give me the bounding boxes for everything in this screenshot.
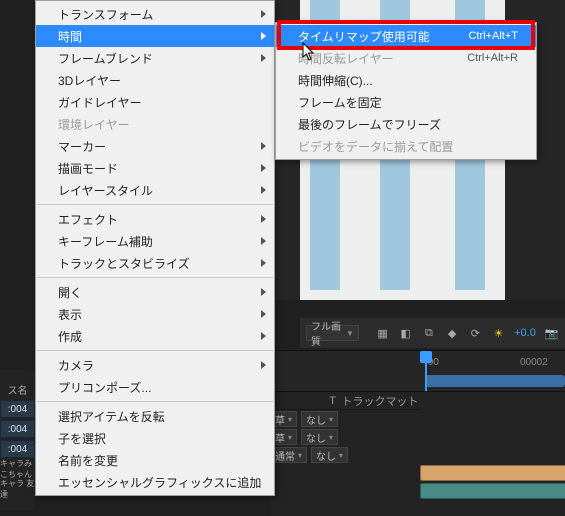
menu-item[interactable]: 描画モード — [36, 157, 274, 179]
submenu-item[interactable]: 最後のフレームでフリーズ — [276, 113, 536, 135]
submenu-item[interactable]: タイムリマップ使用可能Ctrl+Alt+T — [276, 25, 536, 47]
submenu-arrow-icon — [261, 288, 266, 296]
submenu-arrow-icon — [261, 259, 266, 267]
submenu-arrow-icon — [261, 32, 266, 40]
track-matte-select[interactable]: なし▾ — [311, 447, 348, 463]
quality-label: フル画質 — [311, 318, 343, 348]
layer-thumb[interactable]: :004 — [0, 420, 35, 438]
submenu-arrow-icon — [261, 310, 266, 318]
chevron-down-icon: ▾ — [288, 415, 292, 424]
snapshot-icon[interactable]: 📷 — [544, 324, 559, 342]
submenu-arrow-icon — [261, 215, 266, 223]
submenu-arrow-icon — [261, 54, 266, 62]
ruler-tick: 00002 — [520, 357, 548, 368]
menu-item[interactable]: 選択アイテムを反転 — [36, 405, 274, 427]
submenu-arrow-icon — [261, 361, 266, 369]
region-of-interest-icon[interactable]: ⧉ — [421, 324, 436, 342]
menu-item[interactable]: プリコンポーズ... — [36, 376, 274, 398]
exposure-icon[interactable]: ☀ — [491, 324, 506, 342]
chevron-down-icon: ▾ — [298, 451, 302, 460]
menu-item: 環境レイヤー — [36, 113, 274, 135]
channel-icon[interactable]: ◆ — [445, 324, 460, 342]
chevron-down-icon: ▾ — [288, 433, 292, 442]
layer-context-menu: トランスフォーム時間フレームブレンド3Dレイヤーガイドレイヤー環境レイヤーマーカ… — [35, 0, 275, 496]
layer-name[interactable]: キャラ 友達 — [0, 480, 35, 498]
chevron-down-icon: ▾ — [339, 451, 343, 460]
quality-select[interactable]: フル画質 ▼ — [306, 325, 359, 341]
submenu-item: 時間反転レイヤーCtrl+Alt+R — [276, 47, 536, 69]
viewer-toolbar: フル画質 ▼ ▦ ◧ ⧉ ◆ ⟳ ☀ +0.0 📷 — [300, 318, 565, 348]
submenu-arrow-icon — [261, 164, 266, 172]
menu-item[interactable]: 3Dレイヤー — [36, 69, 274, 91]
menu-item[interactable]: 子を選択 — [36, 427, 274, 449]
menu-item[interactable]: フレームブレンド — [36, 47, 274, 69]
exposure-value[interactable]: +0.0 — [514, 327, 536, 339]
menu-item[interactable]: カメラ — [36, 354, 274, 376]
submenu-arrow-icon — [261, 142, 266, 150]
submenu-arrow-icon — [261, 237, 266, 245]
submenu-item: ビデオをデータに揃えて配置 — [276, 135, 536, 157]
submenu-arrow-icon — [261, 10, 266, 18]
menu-item[interactable]: エフェクト — [36, 208, 274, 230]
layer-thumb[interactable]: :004 — [0, 400, 35, 418]
menu-item[interactable]: トラックとスタビライズ — [36, 252, 274, 274]
menu-item[interactable]: ガイドレイヤー — [36, 91, 274, 113]
menu-item[interactable]: レイヤースタイル — [36, 179, 274, 201]
menu-item[interactable]: 名前を変更 — [36, 449, 274, 471]
layer-thumb[interactable]: :004 — [0, 440, 35, 458]
menu-item[interactable]: 開く — [36, 281, 274, 303]
submenu-item[interactable]: フレームを固定 — [276, 91, 536, 113]
playhead[interactable] — [425, 351, 427, 391]
mask-visibility-icon[interactable]: ◧ — [398, 324, 413, 342]
chevron-down-icon: ▾ — [329, 433, 333, 442]
blend-mode-select[interactable]: 通常▾ — [270, 447, 307, 463]
timeline-clips — [420, 410, 555, 500]
source-name-header: ス名 — [0, 380, 35, 398]
track-matte-header: トラックマット — [340, 393, 420, 409]
time-ruler[interactable]: :00 00002 00004 0 — [270, 350, 565, 392]
t-column-label: T — [270, 395, 340, 407]
menu-item[interactable]: トランスフォーム — [36, 3, 274, 25]
chevron-down-icon: ▼ — [346, 329, 354, 338]
track-matte-select[interactable]: なし▾ — [301, 411, 338, 427]
work-area-bar[interactable] — [425, 375, 553, 387]
reset-exposure-icon[interactable]: ⟳ — [468, 324, 483, 342]
submenu-item[interactable]: 時間伸縮(C)... — [276, 69, 536, 91]
menu-item[interactable]: 表示 — [36, 303, 274, 325]
submenu-arrow-icon — [261, 186, 266, 194]
work-area-range[interactable] — [425, 375, 565, 387]
layer-bar[interactable] — [420, 465, 565, 481]
transparency-grid-icon[interactable]: ▦ — [375, 324, 390, 342]
track-columns: T トラックマット 草▾ なし▾ 草▾ なし▾ 通常▾ なし▾ — [270, 392, 420, 512]
menu-item[interactable]: 作成 — [36, 325, 274, 347]
menu-item[interactable]: エッセンシャルグラフィックスに追加 — [36, 471, 274, 493]
menu-item[interactable]: マーカー — [36, 135, 274, 157]
chevron-down-icon: ▾ — [329, 415, 333, 424]
source-name-column: ス名 :004 :004 :004 キャラみこちゃん キャラ 友達 — [0, 370, 35, 510]
menu-item[interactable]: キーフレーム補助 — [36, 230, 274, 252]
submenu-arrow-icon — [261, 332, 266, 340]
layer-bar[interactable] — [420, 483, 565, 499]
menu-shortcut: Ctrl+Alt+T — [468, 30, 518, 42]
menu-shortcut: Ctrl+Alt+R — [467, 52, 518, 64]
layer-name[interactable]: キャラみこちゃん — [0, 460, 35, 478]
track-matte-select[interactable]: なし▾ — [301, 429, 338, 445]
menu-item[interactable]: 時間 — [36, 25, 274, 47]
time-submenu: タイムリマップ使用可能Ctrl+Alt+T時間反転レイヤーCtrl+Alt+R時… — [275, 22, 537, 160]
